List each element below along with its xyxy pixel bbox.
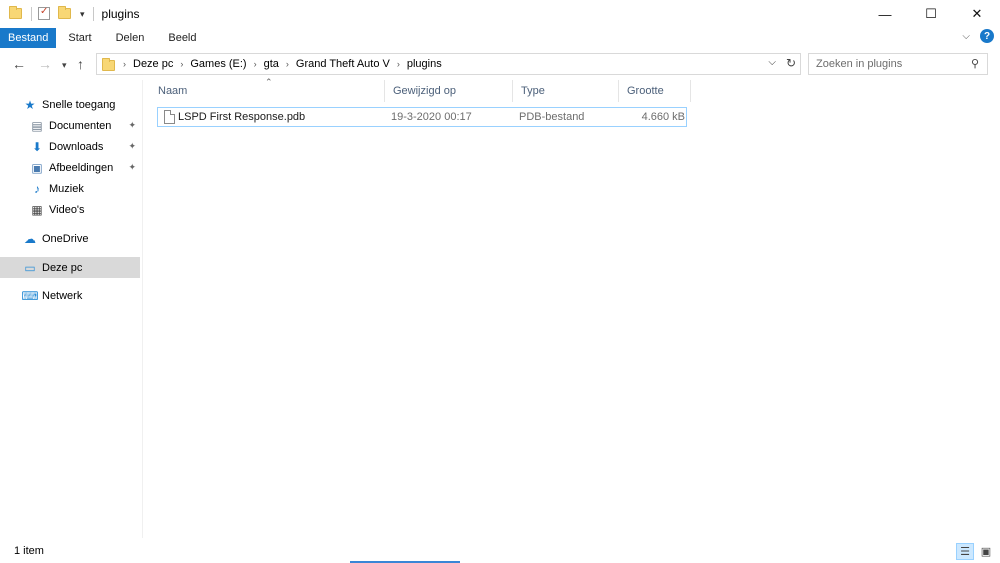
folder-icon (9, 6, 23, 21)
sidebar-item-downloads[interactable]: ⬇ Downloads ✦ (0, 136, 140, 157)
breadcrumb-gta[interactable]: gta (264, 58, 279, 70)
sidebar-item-label: Video's (49, 203, 85, 216)
sidebar-item-documenten[interactable]: ▤ Documenten ✦ (0, 115, 140, 136)
sidebar-item-label: OneDrive (42, 232, 89, 245)
sidebar-item-label: Muziek (49, 182, 84, 195)
customize-toolbar-icon[interactable]: ▾ (80, 9, 85, 20)
sidebar-item-muziek[interactable]: ♪ Muziek (0, 178, 140, 199)
sidebar-item-label: Documenten (49, 119, 112, 132)
quick-access-toolbar: ▾ plugins (0, 0, 140, 28)
pin-icon[interactable]: ✦ (128, 141, 136, 152)
sidebar-item-onedrive[interactable]: ☁ OneDrive (0, 228, 140, 249)
download-icon: ⬇ (31, 139, 43, 154)
computer-icon: ▭ (24, 260, 36, 275)
chevron-right-icon[interactable]: › (254, 59, 257, 69)
documents-icon: ▤ (31, 118, 43, 133)
minimize-button[interactable]: — (862, 0, 908, 28)
sidebar-item-netwerk[interactable]: ⌨ Netwerk (0, 285, 140, 306)
table-row[interactable]: LSPD First Response.pdb 19-3-2020 00:17 … (157, 107, 687, 127)
search-box[interactable]: ⚲ (808, 53, 988, 75)
sidebar-item-videos[interactable]: ▦ Video's (0, 199, 140, 220)
file-modified: 19-3-2020 00:17 (391, 111, 472, 123)
file-type: PDB-bestand (519, 111, 585, 123)
expand-ribbon-icon[interactable]: ⌵ (962, 31, 970, 42)
large-icons-view-icon[interactable]: ▣ (977, 543, 995, 560)
recent-locations-icon[interactable]: ▾ (62, 60, 67, 71)
chevron-right-icon[interactable]: › (123, 59, 126, 69)
sidebar-item-snelle-toegang[interactable]: ★ Snelle toegang (0, 94, 140, 115)
maximize-button[interactable]: ☐ (908, 0, 954, 28)
column-header-type[interactable]: Type (513, 80, 619, 102)
ribbon-right-controls: ⌵ ? (962, 29, 994, 43)
breadcrumb-games[interactable]: Games (E:) (190, 58, 246, 70)
search-input[interactable] (816, 58, 961, 70)
back-arrow-icon[interactable]: ← (12, 56, 26, 72)
tab-start[interactable]: Start (56, 28, 103, 48)
file-name: LSPD First Response.pdb (178, 111, 306, 123)
sidebar-item-label: Netwerk (42, 289, 83, 302)
breadcrumb-grand-theft-auto-v[interactable]: Grand Theft Auto V (296, 58, 390, 70)
navigation-bar: ← → ▾ ↑ › Deze pc › Games (E:) › gta › G… (0, 48, 1000, 80)
help-icon[interactable]: ? (980, 29, 994, 43)
toolbar-divider (92, 7, 94, 21)
sidebar-item-label: Snelle toegang (42, 98, 116, 111)
tab-beeld[interactable]: Beeld (156, 28, 208, 48)
folder-icon (102, 57, 115, 71)
column-header-naam[interactable]: Naam (150, 80, 385, 102)
chevron-right-icon[interactable]: › (286, 59, 289, 69)
pane-divider[interactable] (142, 80, 143, 538)
music-icon: ♪ (34, 181, 40, 196)
breadcrumb-deze-pc[interactable]: Deze pc (133, 58, 173, 70)
ribbon-tabs: Bestand Start Delen Beeld ⌵ ? (0, 28, 1000, 48)
sidebar-item-label: Downloads (49, 140, 104, 153)
pictures-icon: ▣ (31, 160, 43, 175)
network-icon: ⌨ (21, 288, 39, 303)
sidebar-item-label: Deze pc (42, 261, 83, 274)
window-title: plugins (101, 7, 140, 21)
up-arrow-icon[interactable]: ↑ (77, 56, 84, 72)
item-count: 1 item (14, 545, 44, 557)
window-controls: — ☐ ✕ (862, 0, 1000, 28)
pin-icon[interactable]: ✦ (128, 120, 136, 131)
forward-arrow-icon[interactable]: → (38, 56, 52, 72)
star-icon: ★ (24, 97, 36, 112)
sidebar-item-afbeeldingen[interactable]: ▣ Afbeeldingen ✦ (0, 157, 140, 178)
toolbar-divider (31, 7, 32, 21)
chevron-right-icon[interactable]: › (397, 59, 400, 69)
file-size: 4.660 kB (641, 111, 685, 123)
column-header-gewijzigd-op[interactable]: Gewijzigd op (385, 80, 513, 102)
chevron-right-icon[interactable]: › (180, 59, 183, 69)
sidebar-item-label: Afbeeldingen (49, 161, 114, 174)
onedrive-icon: ☁ (24, 231, 36, 246)
breadcrumb-plugins[interactable]: plugins (407, 58, 442, 70)
address-bar[interactable]: › Deze pc › Games (E:) › gta › Grand The… (96, 53, 801, 75)
status-bar: 1 item ☰ ▣ (0, 540, 1000, 563)
new-folder-icon[interactable] (58, 6, 72, 21)
video-icon: ▦ (31, 202, 43, 217)
refresh-icon[interactable]: ↻ (786, 56, 796, 70)
close-button[interactable]: ✕ (954, 0, 1000, 28)
navigation-pane: ★ Snelle toegang ▤ Documenten ✦ ⬇ Downlo… (0, 80, 143, 540)
title-bar: ▾ plugins — ☐ ✕ (0, 0, 1000, 28)
file-list: ⌃ Naam Gewijzigd op Type Grootte LSPD Fi… (150, 77, 990, 540)
properties-icon[interactable] (38, 6, 52, 21)
tab-bestand[interactable]: Bestand (0, 28, 57, 48)
pin-icon[interactable]: ✦ (128, 162, 136, 173)
chevron-down-icon[interactable]: ⌵ (768, 57, 776, 68)
column-header-grootte[interactable]: Grootte (619, 80, 691, 102)
details-view-icon[interactable]: ☰ (956, 543, 974, 560)
search-icon[interactable]: ⚲ (971, 57, 979, 70)
sidebar-item-deze-pc[interactable]: ▭ Deze pc (0, 257, 140, 278)
tab-delen[interactable]: Delen (104, 28, 157, 48)
file-icon (164, 110, 175, 128)
